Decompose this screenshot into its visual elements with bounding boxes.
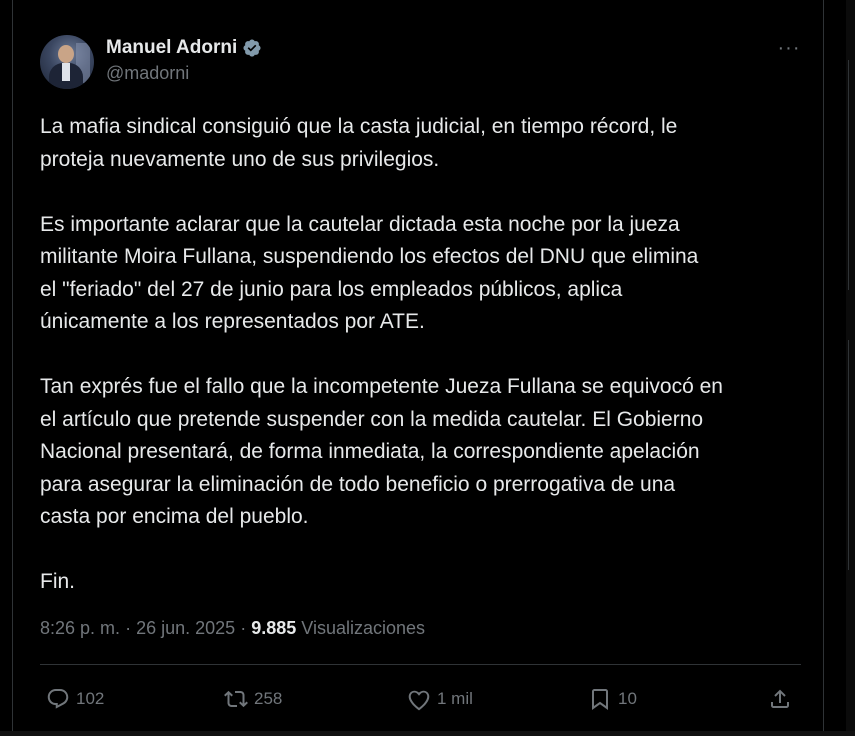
repost-button[interactable]: 258 <box>224 682 282 716</box>
repost-icon <box>224 690 248 708</box>
side-panel-edge <box>846 0 855 736</box>
tweet-paragraph: Es importante aclarar que la cautelar di… <box>40 212 699 334</box>
meta-separator: · <box>240 618 247 638</box>
avatar[interactable] <box>40 35 94 89</box>
side-panel-divider <box>848 60 855 290</box>
tweet-paragraph: Tan exprés fue el fallo que la incompete… <box>40 375 723 528</box>
share-icon <box>771 689 789 708</box>
bookmark-button[interactable]: 10 <box>588 682 637 716</box>
side-panel-divider <box>848 340 855 570</box>
heart-icon <box>408 690 430 711</box>
like-count: 1 mil <box>437 689 473 708</box>
author-handle[interactable]: @madorni <box>106 63 189 84</box>
reply-button[interactable]: 102 <box>46 682 104 716</box>
bookmark-icon <box>592 689 608 710</box>
tweet-text: La mafia sindical consiguió que la casta… <box>40 111 810 631</box>
meta-separator: · <box>125 618 132 638</box>
tweet-paragraph: Fin. <box>40 570 76 593</box>
reply-icon <box>47 689 69 709</box>
tweet-paragraph: La mafia sindical consiguió que la casta… <box>40 115 678 171</box>
action-bar: 102 258 1 mil 10 <box>40 682 800 716</box>
reply-count: 102 <box>76 689 105 708</box>
views-label: Visualizaciones <box>301 618 426 638</box>
author-display-name[interactable]: Manuel Adorni <box>106 37 237 59</box>
like-button[interactable]: 1 mil <box>407 682 473 716</box>
tweet-time[interactable]: 8:26 p. m. <box>40 618 120 638</box>
views-count: 9.885 <box>251 618 297 638</box>
more-options-icon[interactable]: ··· <box>776 38 802 58</box>
tweet-date[interactable]: 26 jun. 2025 <box>136 618 235 638</box>
repost-count: 258 <box>254 689 283 708</box>
verified-badge-icon <box>243 39 261 57</box>
bookmark-count: 10 <box>618 689 637 708</box>
share-button[interactable] <box>768 682 792 716</box>
tweet-meta: 8:26 p. m. · 26 jun. 2025 · 9.885 Visual… <box>40 618 425 639</box>
tweet-detail-view: Manuel Adorni @madorni ··· La mafia sind… <box>0 0 855 736</box>
author-name-row: Manuel Adorni <box>106 37 262 59</box>
bottom-edge <box>0 731 855 736</box>
divider <box>40 664 801 665</box>
